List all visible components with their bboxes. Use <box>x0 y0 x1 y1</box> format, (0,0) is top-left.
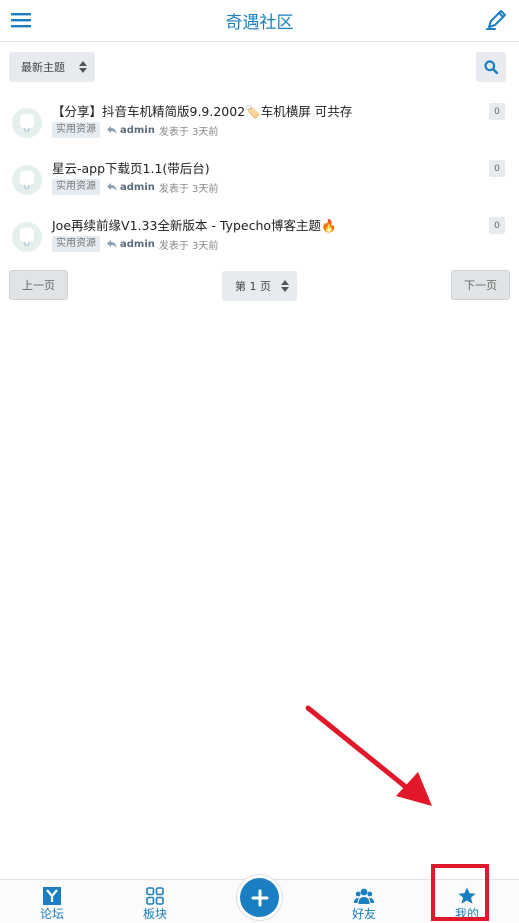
prev-page-button[interactable]: 上一页 <box>9 270 68 300</box>
sort-select-value: 最新主题 <box>21 61 65 74</box>
tab-mine-label: 我的 <box>454 907 479 921</box>
tab-boards-label: 板块 <box>142 907 167 921</box>
grid-icon <box>146 887 164 905</box>
avatar <box>12 165 42 195</box>
hot-emoji: 🔥 <box>321 218 337 233</box>
topic-item[interactable]: Joe再续前缘V1.33全新版本 - Typecho博客主题🔥 实用资源 adm… <box>0 215 519 267</box>
tab-friends-label: 好友 <box>351 907 376 921</box>
tab-mine[interactable]: 我的 <box>437 880 497 923</box>
sort-select[interactable]: 最新主题 <box>9 52 95 82</box>
tab-forum-label: 论坛 <box>39 907 64 921</box>
updown-arrow-icon <box>281 280 289 292</box>
topic-item[interactable]: 星云-app下载页1.1(带后台) 实用资源 admin 发表于 3天前 0 <box>0 158 519 210</box>
next-page-button[interactable]: 下一页 <box>451 270 510 300</box>
y-logo-icon <box>43 887 61 905</box>
tab-forum[interactable]: 论坛 <box>22 880 82 923</box>
avatar <box>12 108 42 138</box>
updown-arrow-icon <box>79 61 87 73</box>
page-select-value: 第 1 页 <box>235 280 271 293</box>
topic-tag[interactable]: 实用资源 <box>52 179 100 195</box>
topic-tag[interactable]: 实用资源 <box>52 122 100 138</box>
avatar <box>12 222 42 252</box>
topic-author[interactable]: admin <box>120 182 155 193</box>
reply-count-badge: 0 <box>489 103 505 120</box>
new-post-button[interactable] <box>483 7 509 33</box>
topic-author[interactable]: admin <box>120 239 155 250</box>
reply-count-badge: 0 <box>489 217 505 234</box>
add-post-button[interactable] <box>240 878 279 917</box>
tab-friends[interactable]: 好友 <box>334 880 394 923</box>
topic-title[interactable]: Joe再续前缘V1.33全新版本 - Typecho博客主题🔥 <box>52 215 337 234</box>
topic-title[interactable]: 星云-app下载页1.1(带后台) <box>52 158 210 177</box>
tab-boards[interactable]: 板块 <box>125 880 185 923</box>
page-select[interactable]: 第 1 页 <box>222 271 297 301</box>
star-icon <box>458 887 476 904</box>
reply-count-badge: 0 <box>489 160 505 177</box>
search-button[interactable] <box>476 52 506 82</box>
page-title: 奇遇社区 <box>225 13 294 33</box>
topic-time: 发表于 3天前 <box>158 126 219 138</box>
topic-time: 发表于 3天前 <box>158 240 219 252</box>
users-icon <box>354 888 374 904</box>
topic-author[interactable]: admin <box>120 125 155 136</box>
hamburger-menu-icon <box>11 13 31 28</box>
plus-icon <box>251 889 268 906</box>
topic-tag[interactable]: 实用资源 <box>52 236 100 252</box>
topic-meta: 实用资源 admin 发表于 3天前 <box>52 122 218 138</box>
reply-icon <box>107 183 117 191</box>
annotation-arrow-icon <box>305 705 432 806</box>
tag-emoji: 🏷️ <box>245 104 261 119</box>
search-icon <box>484 60 498 74</box>
topic-meta: 实用资源 admin 发表于 3天前 <box>52 236 218 252</box>
reply-icon <box>107 240 117 248</box>
topic-item[interactable]: 【分享】抖音车机精简版9.9.2002🏷️车机横屏 可共存 实用资源 admin… <box>0 101 519 153</box>
topic-title[interactable]: 【分享】抖音车机精简版9.9.2002🏷️车机横屏 可共存 <box>52 101 352 120</box>
topic-time: 发表于 3天前 <box>158 183 219 195</box>
topic-meta: 实用资源 admin 发表于 3天前 <box>52 179 218 195</box>
reply-icon <box>107 126 117 134</box>
menu-button[interactable] <box>8 6 36 34</box>
pen-icon <box>486 10 506 30</box>
app-header: 奇遇社区 <box>0 0 519 42</box>
